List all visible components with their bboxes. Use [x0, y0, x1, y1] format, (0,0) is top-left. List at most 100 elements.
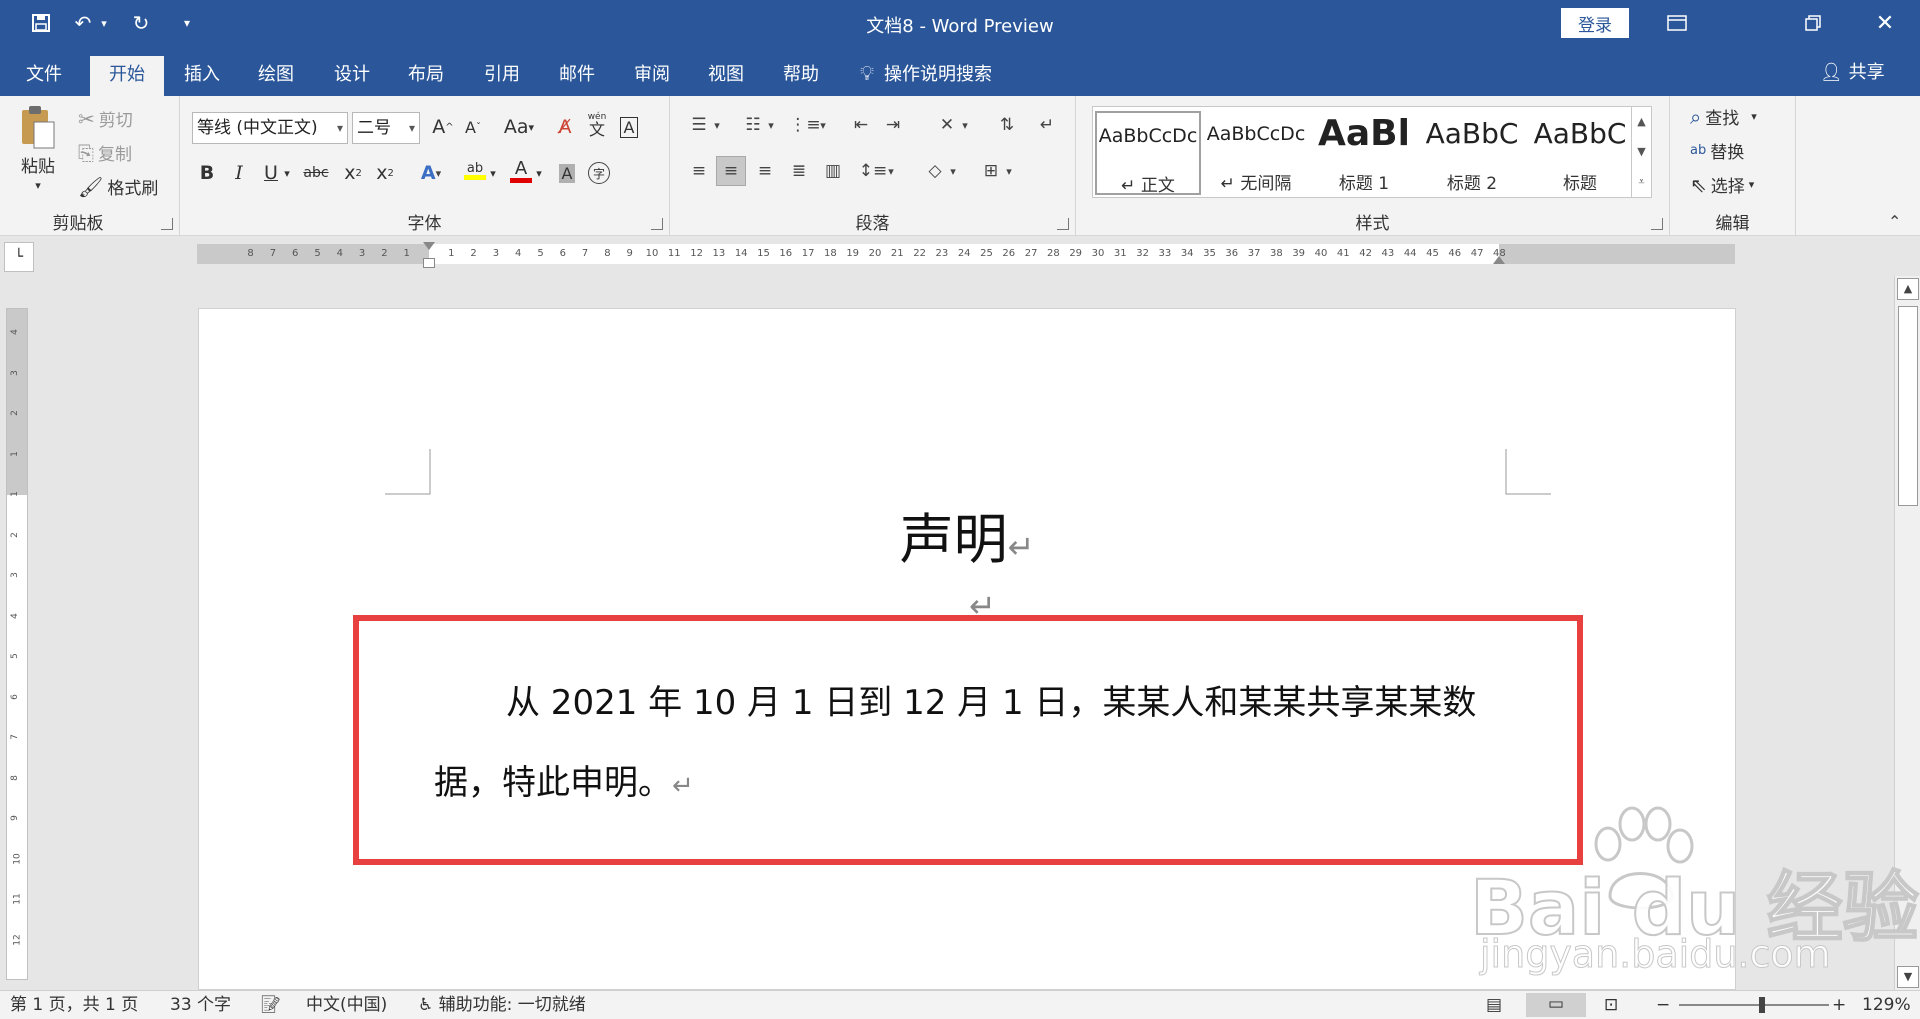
document-heading[interactable]: 声明↵ — [199, 495, 1735, 574]
web-layout-icon[interactable]: ⊡ — [1604, 994, 1618, 1016]
tab-help[interactable]: 帮助 — [767, 56, 835, 96]
replace-button[interactable]: ab 替换 — [1690, 138, 1744, 163]
decrease-indent-button[interactable]: ⇤ — [846, 110, 876, 140]
zoom-slider-thumb[interactable] — [1759, 997, 1765, 1013]
login-button[interactable]: 登录 — [1561, 8, 1629, 38]
copy-button[interactable]: ⎘ 复制 — [78, 140, 132, 166]
paste-button[interactable]: 粘贴 ▾ — [18, 104, 58, 192]
tab-review[interactable]: 审阅 — [618, 56, 686, 96]
style-heading-1[interactable]: AaBl 标题 1 — [1311, 111, 1417, 195]
tab-mailings[interactable]: 邮件 — [543, 56, 611, 96]
justify-button[interactable]: ≣ — [784, 156, 814, 186]
gallery-up-icon[interactable]: ▲ — [1632, 107, 1651, 137]
tell-me-search[interactable]: 💡︎ 操作说明搜索 — [860, 58, 992, 90]
font-name-select[interactable]: 等线 (中文正文) — [192, 112, 348, 144]
change-case-button[interactable]: Aa ▾ — [498, 112, 540, 142]
underline-dropdown-icon[interactable]: ▾ — [280, 158, 294, 188]
style-title[interactable]: AaBbC 标题 — [1527, 111, 1633, 195]
subscript-button[interactable]: x2 — [338, 158, 368, 188]
language-indicator[interactable]: 中文(中国) — [306, 994, 387, 1016]
scroll-down-icon[interactable]: ▼ — [1897, 966, 1919, 988]
highlight-dropdown-icon[interactable]: ▾ — [486, 158, 500, 188]
zoom-out-button[interactable]: − — [1656, 994, 1670, 1016]
read-mode-icon[interactable]: ▤ — [1486, 994, 1502, 1016]
vertical-scrollbar[interactable]: ▲ ▼ — [1894, 276, 1920, 990]
style-heading-2[interactable]: AaBbC 标题 2 — [1419, 111, 1525, 195]
tab-references[interactable]: 引用 — [468, 56, 536, 96]
strikethrough-button[interactable]: abc — [298, 158, 334, 188]
proofing-icon[interactable]: 📝︎ — [260, 994, 282, 1016]
align-left-button[interactable]: ≡ — [684, 156, 714, 186]
word-count[interactable]: 33 个字 — [170, 994, 231, 1016]
restore-window-icon[interactable] — [1790, 6, 1836, 40]
phonetic-guide-button[interactable]: wén 文 — [582, 110, 612, 140]
clear-formatting-button[interactable]: A̸ — [550, 112, 580, 142]
share-button[interactable]: 👤︎ 共享 — [1820, 58, 1885, 88]
styles-gallery-scroll[interactable]: ▲ ▼ ⩡ — [1631, 107, 1651, 197]
select-button[interactable]: ⇖ 选择 ▾ — [1690, 172, 1754, 198]
bullets-dropdown-icon[interactable]: ▾ — [710, 110, 724, 140]
zoom-in-button[interactable]: + — [1832, 994, 1846, 1016]
gallery-down-icon[interactable]: ▼ — [1632, 137, 1651, 167]
style-no-spacing[interactable]: AaBbCcDc ↵ 无间隔 — [1203, 111, 1309, 195]
page-count[interactable]: 第 1 页，共 1 页 — [10, 994, 138, 1016]
document-page[interactable]: 声明↵ ↵ 从 2021 年 10 月 1 日到 12 月 1 日，某某人和某某… — [198, 308, 1736, 990]
zoom-slider[interactable] — [1679, 997, 1829, 1013]
tab-design[interactable]: 设计 — [318, 56, 386, 96]
character-shading-button[interactable]: A — [552, 158, 582, 188]
align-center-button[interactable]: ≡ — [716, 156, 746, 186]
style-normal[interactable]: AaBbCcDc ↵ 正文 — [1095, 111, 1201, 196]
tab-file[interactable]: 文件 — [10, 56, 78, 96]
ribbon-display-options-icon[interactable] — [1654, 6, 1700, 40]
body-text-line-1[interactable]: 从 2021 年 10 月 1 日到 12 月 1 日，某某人和某某共享某某数 — [506, 675, 1476, 724]
collapse-ribbon-icon[interactable]: ⌃ — [1888, 212, 1901, 231]
numbering-dropdown-icon[interactable]: ▾ — [764, 110, 778, 140]
show-formatting-marks-button[interactable]: ↵ — [1032, 110, 1062, 140]
horizontal-ruler[interactable]: 8 7 6 5 4 3 2 1 1 2 3 4 5 6 7 8 9 10 11 12 13 14 15 16 17 18 19 20 2… — [197, 242, 1735, 268]
zoom-level[interactable]: 129% — [1862, 994, 1911, 1016]
font-size-select[interactable]: 二号 — [352, 112, 420, 144]
superscript-button[interactable]: x2 — [370, 158, 400, 188]
tab-home[interactable]: 开始 — [90, 56, 164, 96]
tab-insert[interactable]: 插入 — [168, 56, 236, 96]
print-layout-icon[interactable]: ▭ — [1526, 993, 1586, 1017]
chinese-layout-dropdown-icon[interactable]: ▾ — [958, 110, 972, 140]
bold-button[interactable]: B — [192, 158, 222, 188]
vertical-ruler[interactable]: 4 3 2 1 1 2 3 4 5 6 7 8 9 10 11 12 — [6, 308, 28, 980]
shading-dropdown-icon[interactable]: ▾ — [946, 156, 960, 186]
right-indent-marker[interactable] — [1493, 256, 1505, 264]
distributed-button[interactable]: ▥ — [818, 156, 848, 186]
first-line-indent-marker[interactable] — [423, 242, 435, 250]
scroll-up-icon[interactable]: ▲ — [1897, 278, 1919, 300]
line-spacing-dropdown-icon[interactable]: ▾ — [884, 156, 898, 186]
tab-draw[interactable]: 绘图 — [242, 56, 310, 96]
find-button[interactable]: ⌕ 查找 ▾ — [1690, 104, 1757, 130]
borders-dropdown-icon[interactable]: ▾ — [1002, 156, 1016, 186]
grow-font-button[interactable]: A ^ — [428, 112, 458, 142]
shrink-font-button[interactable]: Aˇ — [458, 112, 488, 142]
text-effects-button[interactable]: A ▾ — [416, 158, 446, 188]
gallery-more-icon[interactable]: ⩡ — [1632, 167, 1651, 197]
enclose-characters-button[interactable]: 字 — [584, 158, 614, 188]
font-launcher-icon[interactable] — [651, 218, 663, 230]
tab-view[interactable]: 视图 — [692, 56, 760, 96]
cut-button[interactable]: ✂ 剪切 — [78, 106, 133, 132]
close-window-icon[interactable]: ✕ — [1862, 6, 1908, 40]
styles-launcher-icon[interactable] — [1651, 218, 1663, 230]
format-painter-button[interactable]: 🖌︎ 格式刷 — [78, 174, 158, 200]
clipboard-launcher-icon[interactable] — [161, 218, 173, 230]
italic-button[interactable]: I — [224, 158, 254, 188]
paragraph-launcher-icon[interactable] — [1057, 218, 1069, 230]
multilevel-dropdown-icon[interactable]: ▾ — [816, 110, 830, 140]
character-border-button[interactable]: A — [614, 112, 644, 142]
accessibility-status[interactable]: ♿︎ 辅助功能: 一切就绪 — [418, 994, 586, 1016]
body-text-line-2[interactable]: 据，特此申明。↵ — [434, 755, 694, 804]
left-indent-marker[interactable] — [423, 258, 435, 268]
align-right-button[interactable]: ≡ — [750, 156, 780, 186]
increase-indent-button[interactable]: ⇥ — [878, 110, 908, 140]
tab-stop-selector[interactable]: └ — [4, 242, 34, 272]
scroll-thumb[interactable] — [1898, 306, 1918, 506]
tab-layout[interactable]: 布局 — [392, 56, 460, 96]
sort-button[interactable]: ⇅ — [992, 110, 1022, 140]
font-color-dropdown-icon[interactable]: ▾ — [532, 158, 546, 188]
